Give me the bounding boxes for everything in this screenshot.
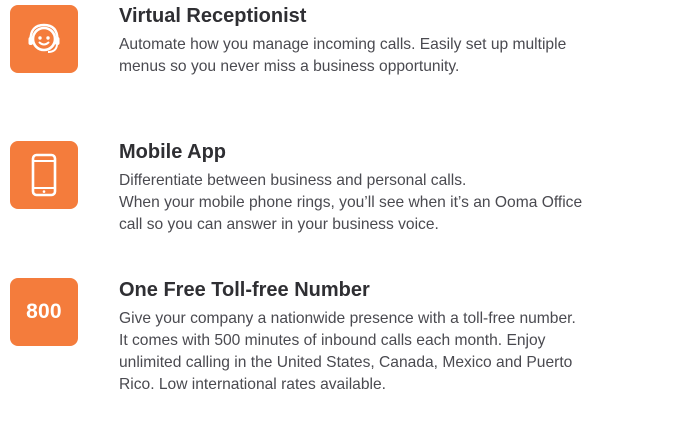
toll-free-800-icon: 800: [10, 278, 78, 346]
description-line: Give your company a nationwide presence …: [119, 310, 576, 327]
description-line: It comes with 500 minutes of inbound cal…: [119, 332, 546, 349]
toll-free-800-label: 800: [26, 300, 62, 323]
description-line: Automate how you manage incoming calls. …: [119, 36, 567, 53]
description-line: call so you can answer in your business …: [119, 216, 439, 233]
description-line: unlimited calling in the United States, …: [119, 354, 573, 371]
feature-title: Mobile App: [119, 141, 227, 163]
feature-title: Virtual Receptionist: [119, 5, 307, 27]
feature-description: Give your company a nationwide presence …: [119, 308, 689, 396]
feature-text: Mobile App Differentiate between busines…: [119, 140, 689, 236]
feature-title: One Free Toll-free Number: [119, 279, 370, 301]
description-line: Differentiate between business and perso…: [119, 172, 467, 189]
description-line: menus so you never miss a business oppor…: [119, 58, 460, 75]
feature-text: One Free Toll-free Number Give your comp…: [119, 278, 689, 396]
mobile-phone-icon-graphic: [31, 153, 57, 197]
feature-text: Virtual Receptionist Automate how you ma…: [119, 4, 689, 78]
headset-icon: [10, 5, 78, 73]
feature-description: Automate how you manage incoming calls. …: [119, 34, 689, 78]
mobile-phone-icon: [10, 141, 78, 209]
headset-icon-graphic: [28, 23, 60, 53]
description-line: Rico. Low international rates available.: [119, 376, 386, 393]
feature-description: Differentiate between business and perso…: [119, 170, 689, 236]
description-line: When your mobile phone rings, you’ll see…: [119, 194, 583, 211]
